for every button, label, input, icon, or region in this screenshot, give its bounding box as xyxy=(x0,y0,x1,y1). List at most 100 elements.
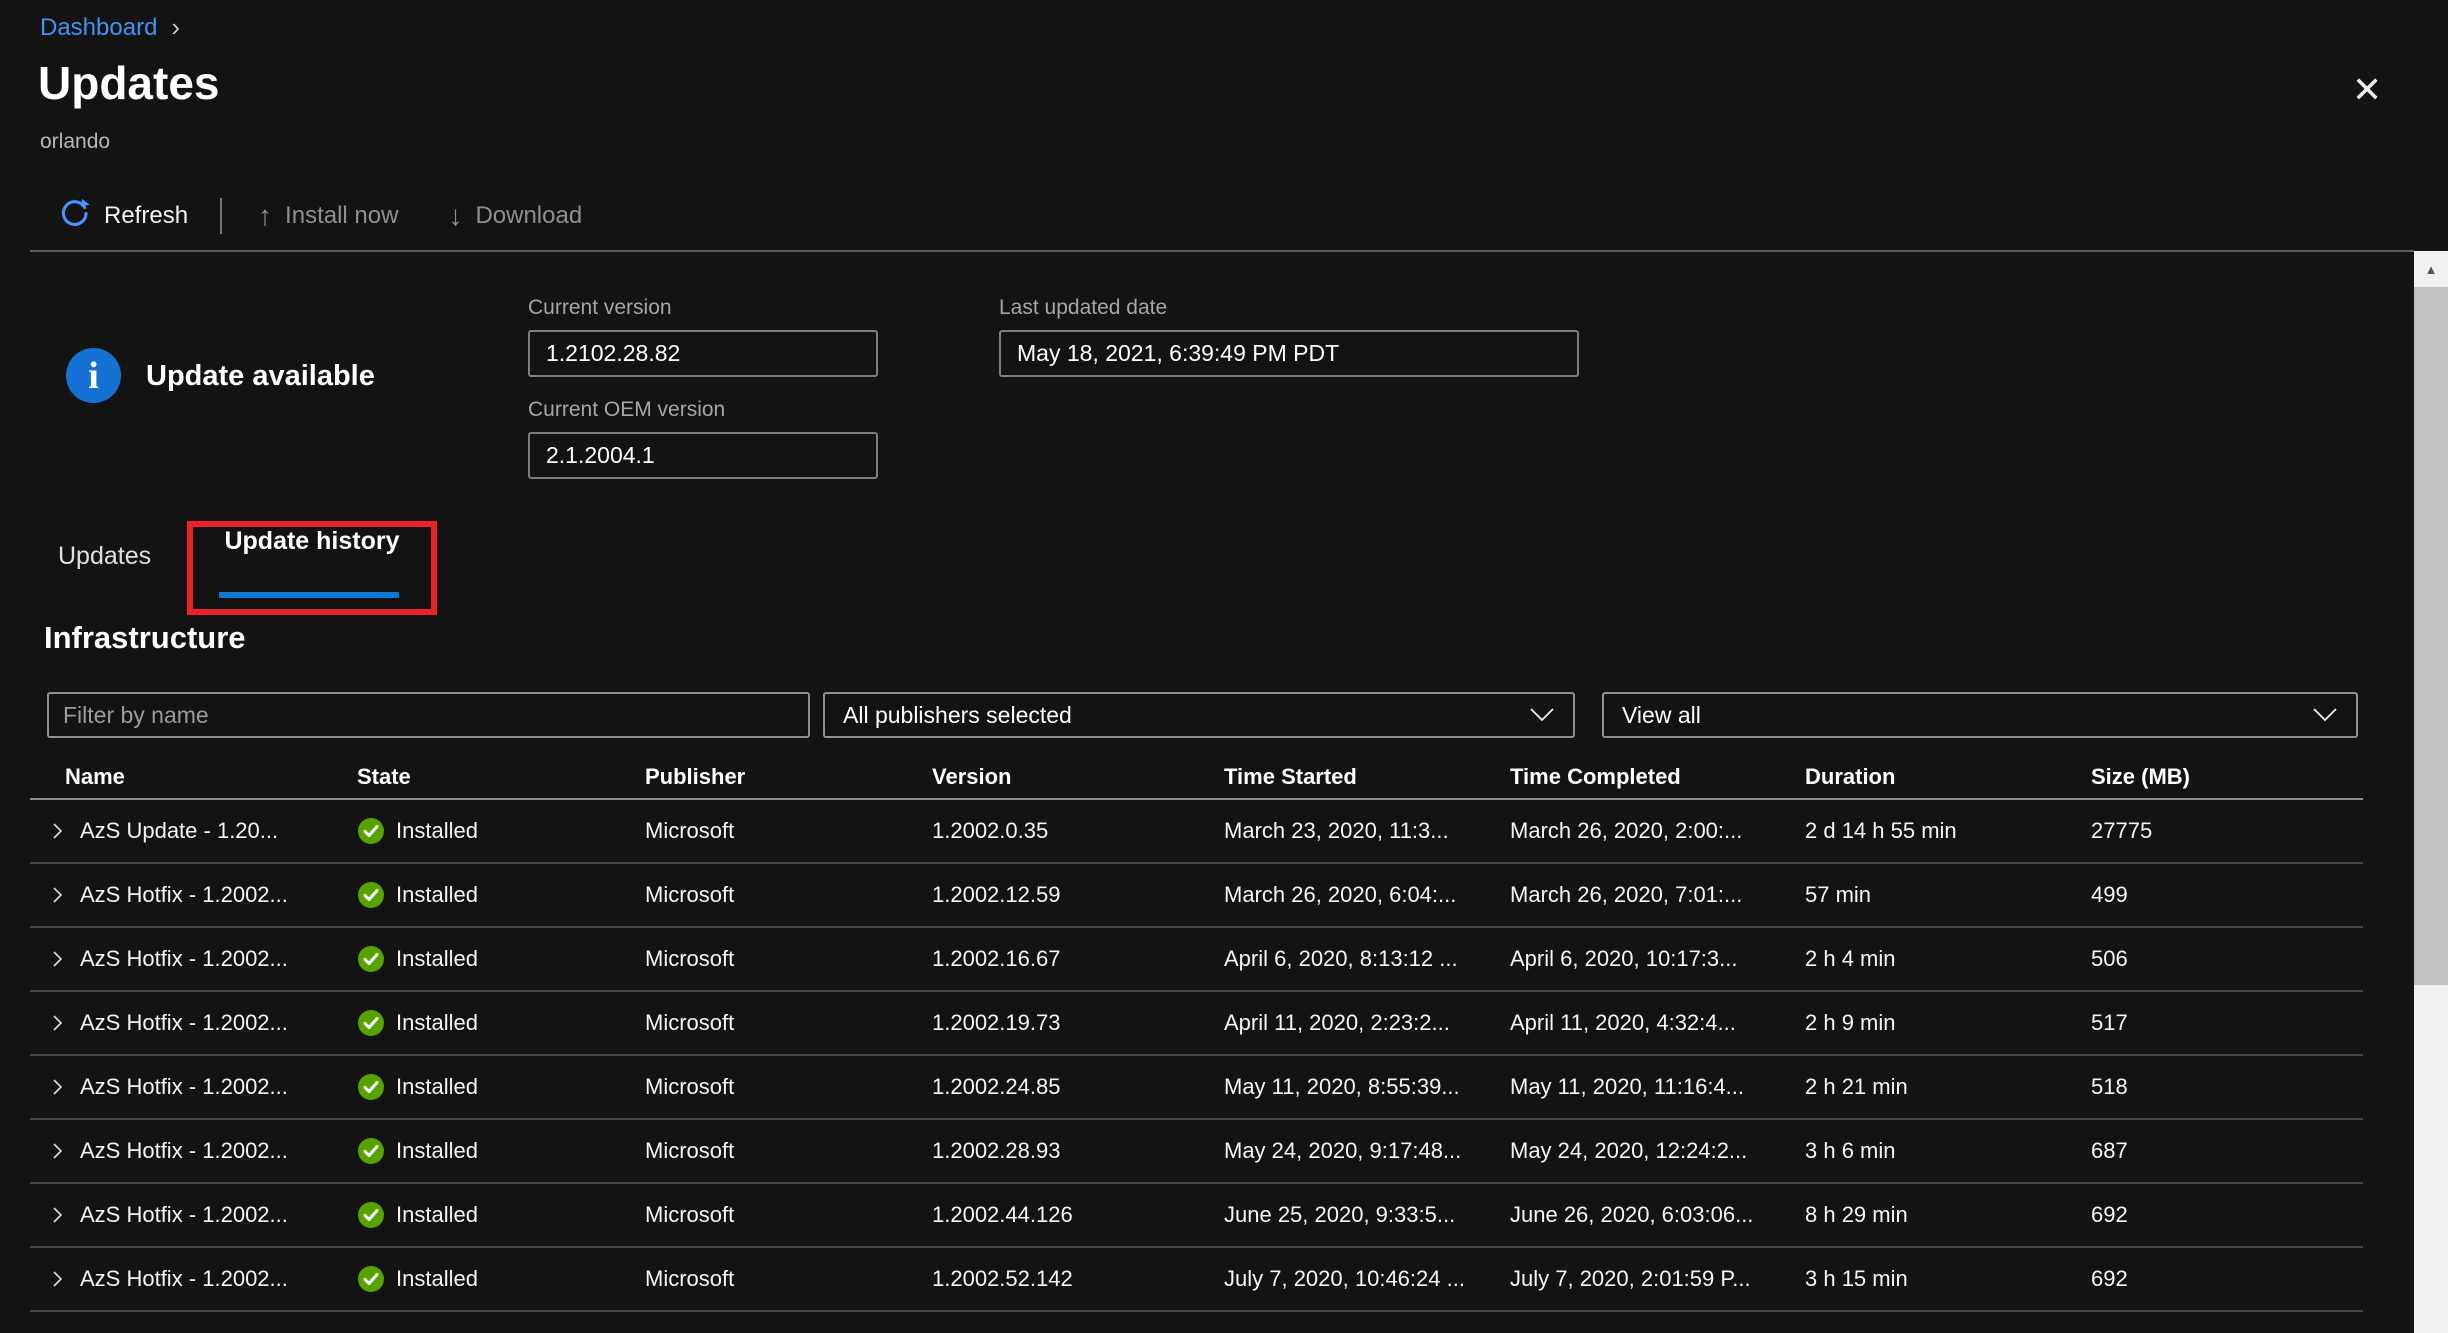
expand-chevron-icon[interactable] xyxy=(47,949,67,969)
refresh-button[interactable]: Refresh xyxy=(58,197,188,235)
installed-check-icon xyxy=(357,945,385,973)
publisher: Microsoft xyxy=(645,818,932,844)
publisher: Microsoft xyxy=(645,1138,932,1164)
table-row[interactable]: AzS Hotfix - 1.2002... Installed Microso… xyxy=(30,864,2363,928)
duration: 2 h 4 min xyxy=(1805,946,2091,972)
filter-by-name-input[interactable] xyxy=(49,694,808,736)
current-version-field[interactable]: 1.2102.28.82 xyxy=(528,330,878,377)
version: 1.2002.24.85 xyxy=(932,1074,1224,1100)
table-row[interactable]: AzS Hotfix - 1.2002... Installed Microso… xyxy=(30,992,2363,1056)
publisher: Microsoft xyxy=(645,1074,932,1100)
updates-blade: Dashboard › Updates orlando ✕ Refresh ↑ … xyxy=(0,0,2448,1333)
last-updated-field[interactable]: May 18, 2021, 6:39:49 PM PDT xyxy=(999,330,1579,377)
tab-updates[interactable]: Updates xyxy=(58,542,151,571)
duration: 2 d 14 h 55 min xyxy=(1805,818,2091,844)
size: 499 xyxy=(2091,882,2363,908)
time-started: March 26, 2020, 6:04:... xyxy=(1224,882,1510,908)
expand-chevron-icon[interactable] xyxy=(47,1269,67,1289)
publisher: Microsoft xyxy=(645,882,932,908)
expand-chevron-icon[interactable] xyxy=(47,821,67,841)
section-title: Infrastructure xyxy=(44,620,246,656)
column-header-duration: Duration xyxy=(1805,764,2091,790)
toolbar-underline xyxy=(30,250,2414,252)
version: 1.2002.12.59 xyxy=(932,882,1224,908)
installed-check-icon xyxy=(357,1009,385,1037)
download-button[interactable]: ↓ Download xyxy=(448,200,582,232)
installed-check-icon xyxy=(357,1201,385,1229)
close-icon[interactable]: ✕ xyxy=(2352,72,2382,108)
installed-check-icon xyxy=(357,817,385,845)
last-updated-label: Last updated date xyxy=(999,296,1167,320)
page-title: Updates xyxy=(38,56,219,110)
time-completed: April 11, 2020, 4:32:4... xyxy=(1510,1010,1805,1036)
expand-chevron-icon[interactable] xyxy=(47,885,67,905)
install-now-label: Install now xyxy=(285,202,398,230)
scroll-up-button[interactable]: ▲ xyxy=(2414,251,2448,287)
version: 1.2002.52.142 xyxy=(932,1266,1224,1292)
breadcrumb-dashboard-link[interactable]: Dashboard xyxy=(40,14,157,42)
page-subtitle: orlando xyxy=(40,130,110,154)
installed-check-icon xyxy=(357,1073,385,1101)
table-row[interactable]: AzS Hotfix - 1.2002... Installed Microso… xyxy=(30,1248,2363,1312)
time-completed: June 26, 2020, 6:03:06... xyxy=(1510,1202,1805,1228)
time-started: March 23, 2020, 11:3... xyxy=(1224,818,1510,844)
version: 1.2002.44.126 xyxy=(932,1202,1224,1228)
view-dropdown-value: View all xyxy=(1622,702,1701,729)
chevron-down-icon xyxy=(1529,702,1555,729)
expand-chevron-icon[interactable] xyxy=(47,1077,67,1097)
update-name: AzS Hotfix - 1.2002... xyxy=(80,1266,288,1292)
view-dropdown[interactable]: View all xyxy=(1602,692,2358,738)
time-started: July 7, 2020, 10:46:24 ... xyxy=(1224,1266,1510,1292)
scrollbar-track[interactable]: ▲ xyxy=(2414,251,2448,1333)
oem-version-field[interactable]: 2.1.2004.1 xyxy=(528,432,878,479)
download-down-arrow-icon: ↓ xyxy=(448,200,462,232)
version: 1.2002.19.73 xyxy=(932,1010,1224,1036)
table-row[interactable]: AzS Hotfix - 1.2002... Installed Microso… xyxy=(30,1056,2363,1120)
refresh-label: Refresh xyxy=(104,202,188,230)
version: 1.2002.16.67 xyxy=(932,946,1224,972)
table-row[interactable]: AzS Hotfix - 1.2002... Installed Microso… xyxy=(30,1184,2363,1248)
state-label: Installed xyxy=(396,818,478,844)
table-row[interactable]: AzS Update - 1.20... Installed Microsoft… xyxy=(30,800,2363,864)
scrollbar-thumb[interactable] xyxy=(2414,287,2448,985)
duration: 8 h 29 min xyxy=(1805,1202,2091,1228)
time-completed: April 6, 2020, 10:17:3... xyxy=(1510,946,1805,972)
table-row[interactable]: AzS Hotfix - 1.2002... Installed Microso… xyxy=(30,928,2363,992)
column-header-time-started: Time Started xyxy=(1224,764,1510,790)
breadcrumb-chevron-icon: › xyxy=(171,12,180,43)
publisher: Microsoft xyxy=(645,946,932,972)
download-label: Download xyxy=(475,202,582,230)
size: 692 xyxy=(2091,1202,2363,1228)
publisher: Microsoft xyxy=(645,1202,932,1228)
oem-version-label: Current OEM version xyxy=(528,398,725,422)
installed-check-icon xyxy=(357,1137,385,1165)
time-started: June 25, 2020, 9:33:5... xyxy=(1224,1202,1510,1228)
column-header-time-completed: Time Completed xyxy=(1510,764,1805,790)
time-started: May 24, 2020, 9:17:48... xyxy=(1224,1138,1510,1164)
expand-chevron-icon[interactable] xyxy=(47,1141,67,1161)
size: 27775 xyxy=(2091,818,2363,844)
publisher: Microsoft xyxy=(645,1266,932,1292)
time-completed: July 7, 2020, 2:01:59 P... xyxy=(1510,1266,1805,1292)
update-name: AzS Hotfix - 1.2002... xyxy=(80,1010,288,1036)
publishers-dropdown[interactable]: All publishers selected xyxy=(823,692,1575,738)
refresh-icon xyxy=(58,197,91,235)
installed-check-icon xyxy=(357,881,385,909)
state-label: Installed xyxy=(396,1202,478,1228)
state-label: Installed xyxy=(396,1266,478,1292)
filter-by-name-wrap xyxy=(47,692,810,738)
expand-chevron-icon[interactable] xyxy=(47,1013,67,1033)
table-header-row: Name State Publisher Version Time Starte… xyxy=(30,756,2363,800)
update-name: AzS Hotfix - 1.2002... xyxy=(80,1202,288,1228)
publishers-dropdown-value: All publishers selected xyxy=(843,702,1072,729)
expand-chevron-icon[interactable] xyxy=(47,1205,67,1225)
size: 506 xyxy=(2091,946,2363,972)
installed-check-icon xyxy=(357,1265,385,1293)
duration: 3 h 6 min xyxy=(1805,1138,2091,1164)
state-label: Installed xyxy=(396,946,478,972)
install-now-button[interactable]: ↑ Install now xyxy=(258,200,398,232)
table-row[interactable]: AzS Hotfix - 1.2002... Installed Microso… xyxy=(30,1120,2363,1184)
version: 1.2002.28.93 xyxy=(932,1138,1224,1164)
update-history-table: Name State Publisher Version Time Starte… xyxy=(30,756,2363,1312)
current-version-label: Current version xyxy=(528,296,672,320)
